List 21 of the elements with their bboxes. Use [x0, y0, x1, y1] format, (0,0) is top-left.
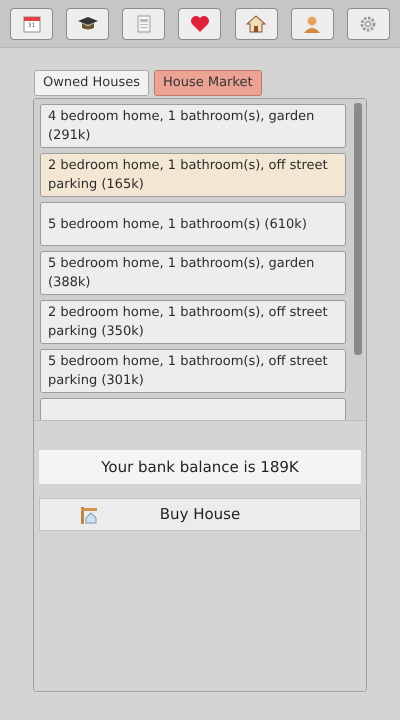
house-list-item[interactable]: 2 bedroom home, 1 bathroom(s), off street parking (165k) — [40, 153, 346, 197]
toolbar-button[interactable] — [66, 8, 110, 40]
buy-house-button[interactable]: Buy House — [39, 498, 361, 531]
bank-balance-text: Your bank balance is 189K — [39, 450, 361, 484]
settings-icon — [359, 15, 378, 33]
house-list-item[interactable]: 2 bedroom home, 1 bathroom(s), off street parking (350k) — [40, 300, 346, 344]
person-icon — [303, 15, 322, 33]
toolbar-button[interactable] — [234, 8, 278, 40]
house-list-item[interactable]: 5 bedroom home, 1 bathroom(s) (610k) — [40, 202, 346, 246]
house-list-item[interactable]: 4 bedroom home, 1 bathroom(s), garden (291k) — [40, 104, 346, 148]
newspaper-icon — [136, 15, 151, 33]
sign-house-icon — [80, 506, 98, 524]
tab[interactable]: Owned Houses — [34, 70, 149, 96]
heart-icon — [190, 15, 210, 33]
house-list-item[interactable]: 5 bedroom home, 1 bathroom(s), garden (388k) — [40, 251, 346, 295]
scrollbar[interactable] — [354, 103, 362, 355]
house-list-item[interactable]: 5 bedroom home, 1 bathroom(s), off street parking (301k) — [40, 349, 346, 393]
graduation-cap-icon — [78, 16, 98, 32]
house-icon — [246, 15, 266, 33]
tab[interactable]: House Market — [154, 70, 262, 96]
calendar-icon — [22, 15, 40, 33]
